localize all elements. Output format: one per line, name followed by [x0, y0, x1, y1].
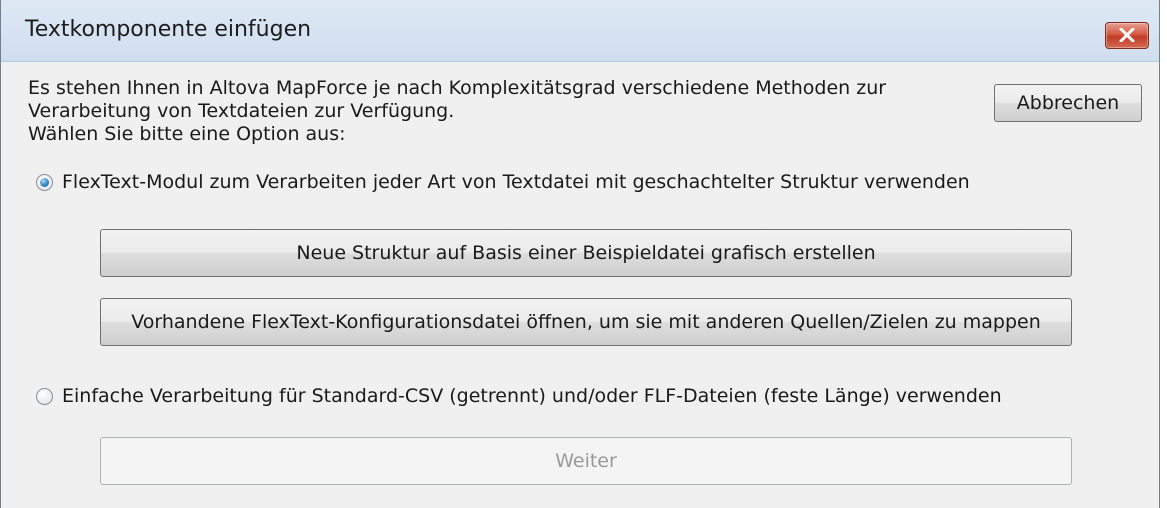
cancel-button[interactable]: Abbrechen — [994, 84, 1142, 122]
intro-line: Es stehen Ihnen in Altova MapForce je na… — [28, 77, 887, 99]
flextext-option-label[interactable]: FlexText-Modul zum Verarbeiten jeder Art… — [62, 171, 970, 193]
flextext-radio[interactable] — [36, 173, 53, 191]
close-button[interactable] — [1105, 22, 1149, 49]
flextext-option[interactable]: FlexText-Modul zum Verarbeiten jeder Art… — [36, 171, 970, 193]
title-bar[interactable]: Textkomponente einfügen — [1, 0, 1159, 62]
close-x-icon — [1119, 28, 1135, 42]
intro-line: Verarbeitung von Textdateien zur Verfügu… — [28, 100, 455, 122]
continue-button: Weiter — [100, 437, 1072, 485]
insert-text-component-dialog: Textkomponente einfügen Es stehen Ihnen … — [0, 0, 1160, 508]
dialog-title: Textkomponente einfügen — [25, 17, 312, 42]
simple-processing-option-label[interactable]: Einfache Verarbeitung für Standard-CSV (… — [62, 385, 1002, 407]
simple-processing-option[interactable]: Einfache Verarbeitung für Standard-CSV (… — [36, 385, 1002, 407]
intro-text: Es stehen Ihnen in Altova MapForce je na… — [28, 77, 958, 146]
intro-line: Wählen Sie bitte eine Option aus: — [28, 123, 346, 145]
simple-processing-radio[interactable] — [36, 387, 53, 405]
create-structure-button[interactable]: Neue Struktur auf Basis einer Beispielda… — [100, 229, 1072, 277]
open-config-button[interactable]: Vorhandene FlexText-Konfigurationsdatei … — [100, 298, 1072, 346]
